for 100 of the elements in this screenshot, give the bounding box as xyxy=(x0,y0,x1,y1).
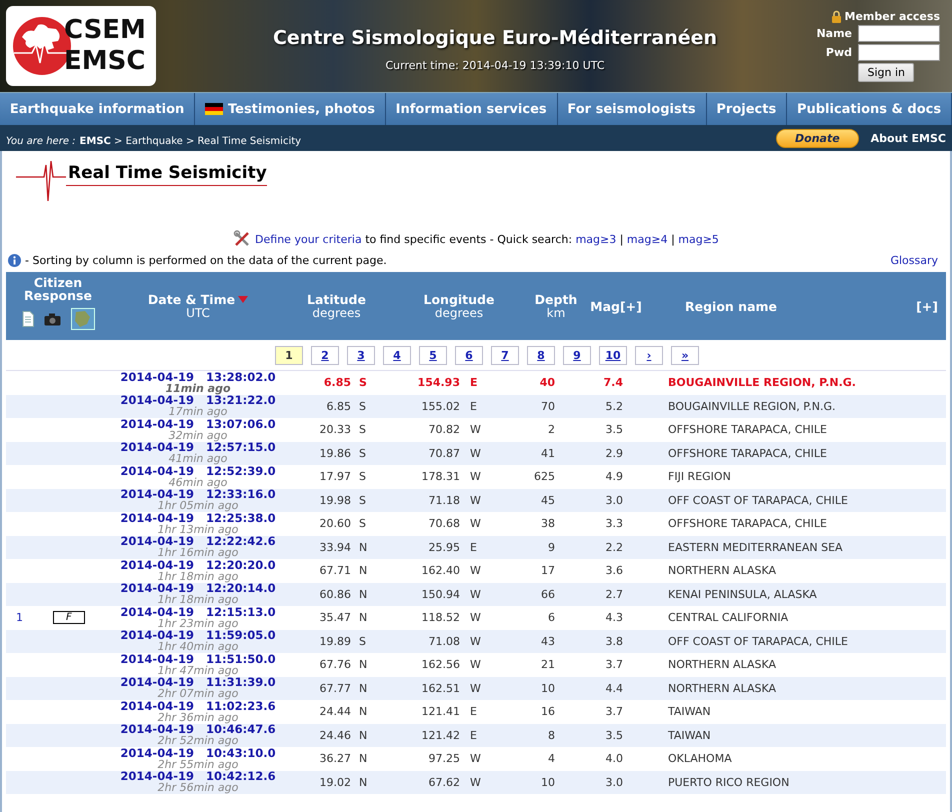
depth-cell-text: 10 xyxy=(540,682,555,695)
time-ago: 2hr 07min ago xyxy=(158,688,238,700)
page-link[interactable]: 7 xyxy=(491,346,519,364)
depth-cell-text: 2 xyxy=(547,423,555,436)
hemisphere-cell-text: N xyxy=(358,658,368,672)
time-ago: 11min ago xyxy=(165,382,231,394)
event-date-link[interactable]: 2014-04-19 12:15:13.0 xyxy=(120,606,276,618)
column-header[interactable]: Depth xyxy=(534,292,578,307)
about-link[interactable]: About EMSC xyxy=(870,132,946,144)
event-date-link[interactable]: 2014-04-19 11:31:39.0 xyxy=(120,677,276,688)
longitude-cell-text: 67.62 xyxy=(428,776,460,789)
time-ago: 17min ago xyxy=(168,406,228,418)
page-link[interactable]: › xyxy=(635,346,663,364)
latitude-cell-text: 67.77 xyxy=(318,682,351,695)
region-cell-text: KENAI PENINSULA, ALASKA xyxy=(667,588,818,601)
hemisphere-cell-text: W xyxy=(469,776,482,789)
event-date-link[interactable]: 2014-04-19 12:20:20.0 xyxy=(120,560,276,571)
event-date-link[interactable]: 2014-04-19 11:02:23.6 xyxy=(120,700,276,712)
magnitude-cell-text: 4.4 xyxy=(604,682,624,695)
event-date-link[interactable]: 2014-04-19 10:46:47.6 xyxy=(120,724,276,736)
hemisphere-cell-text: E xyxy=(469,728,478,742)
column-header[interactable]: Latitude xyxy=(307,292,366,307)
criteria-link[interactable]: Define your criteria xyxy=(255,232,362,246)
page-link[interactable]: 5 xyxy=(419,346,447,364)
depth-cell-text: 43 xyxy=(540,634,555,648)
donate-button[interactable]: Donate xyxy=(776,128,859,148)
hemisphere-cell-text: N xyxy=(358,776,368,789)
page-link[interactable]: 1 xyxy=(275,346,303,364)
event-date-link[interactable]: 2014-04-19 12:33:16.0 xyxy=(120,489,276,500)
page-link[interactable]: 10 xyxy=(599,346,627,364)
column-unit: degrees xyxy=(312,307,361,320)
column-header[interactable]: Citizen Response xyxy=(23,276,93,302)
magnitude-cell-text: 3.7 xyxy=(604,658,624,672)
latitude-cell-text: 67.71 xyxy=(318,564,351,578)
hemisphere-cell-text: S xyxy=(358,517,367,530)
magnitude-cell-text: 3.5 xyxy=(604,728,624,742)
magnitude-cell-text: 4.3 xyxy=(604,611,624,624)
depth-cell-text: 38 xyxy=(540,517,555,530)
event-date-link[interactable]: 2014-04-19 13:21:22.0 xyxy=(120,395,276,406)
magnitude-cell-text: 3.8 xyxy=(604,634,624,648)
page-link[interactable]: 3 xyxy=(347,346,375,364)
time-ago: 2hr 56min ago xyxy=(158,782,238,794)
page-link[interactable]: 2 xyxy=(311,346,339,364)
glossary-link[interactable]: Glossary xyxy=(890,254,938,266)
region-cell-text: OFF COAST OF TARAPACA, CHILE xyxy=(667,494,850,507)
quick-search-link[interactable]: mag≥5 xyxy=(678,232,719,246)
hemisphere-cell-text: W xyxy=(469,494,482,507)
event-date-link[interactable]: 2014-04-19 11:51:50.0 xyxy=(120,654,276,665)
column-unit: degrees xyxy=(434,307,484,320)
column-header[interactable]: Date & Time xyxy=(148,292,248,307)
column-unit: km xyxy=(546,307,566,320)
hemisphere-cell-text: W xyxy=(469,611,482,624)
quick-search-link[interactable]: mag≥3 xyxy=(576,232,616,246)
longitude-cell-text: 97.25 xyxy=(428,752,460,766)
longitude-cell-text: 155.02 xyxy=(420,400,460,413)
hemisphere-cell-text: W xyxy=(469,446,482,460)
hemisphere-cell-text: W xyxy=(469,588,482,601)
longitude-cell-text: 70.68 xyxy=(428,517,460,530)
quick-search-link[interactable]: mag≥4 xyxy=(626,232,668,246)
column-header[interactable]: Region name xyxy=(685,298,778,314)
event-date-link[interactable]: 2014-04-19 13:28:02.0 xyxy=(120,372,276,383)
sign-in-button[interactable]: Sign in xyxy=(858,63,914,82)
magnitude-cell-text: 7.4 xyxy=(602,376,624,390)
event-date-link[interactable]: 2014-04-19 12:25:38.0 xyxy=(120,512,276,524)
hemisphere-cell-text: S xyxy=(358,446,367,460)
column-header[interactable]: Longitude xyxy=(424,292,494,307)
page-link[interactable]: » xyxy=(671,346,699,364)
testimonies-link[interactable]: 1 xyxy=(16,611,23,624)
time-ago: 46min ago xyxy=(168,476,228,488)
expand-columns-link[interactable]: [+] xyxy=(916,298,938,314)
magnitude-cell-text: 5.2 xyxy=(604,400,624,413)
event-date-link[interactable]: 2014-04-19 12:22:42.6 xyxy=(120,536,276,548)
event-date-link[interactable]: 2014-04-19 11:59:05.0 xyxy=(120,630,276,642)
page-link[interactable]: 6 xyxy=(455,346,483,364)
longitude-cell-text: 25.95 xyxy=(428,540,460,554)
event-date-link[interactable]: 2014-04-19 12:52:39.0 xyxy=(120,466,276,477)
event-date-link[interactable]: 2014-04-19 12:20:14.0 xyxy=(120,583,276,594)
event-date-link[interactable]: 2014-04-19 10:43:10.0 xyxy=(120,748,276,759)
logo[interactable]: CSEM EMSC xyxy=(6,6,156,86)
depth-cell-text: 4 xyxy=(547,752,555,766)
hemisphere-cell-text: S xyxy=(358,423,367,436)
sorting-note: - Sorting by column is performed on the data of the current page. xyxy=(25,254,387,266)
column-header[interactable]: Mag[+] xyxy=(590,298,642,314)
felt-map-link[interactable]: F xyxy=(53,611,85,624)
page-link[interactable]: 8 xyxy=(527,346,555,364)
page-link[interactable]: 4 xyxy=(383,346,411,364)
hemisphere-cell-text: N xyxy=(358,588,368,601)
region-cell-text: OFFSHORE TARAPACA, CHILE xyxy=(667,446,828,460)
page-link[interactable]: 9 xyxy=(563,346,591,364)
site-title: Centre Sismologique Euro-Méditerranéen xyxy=(272,27,718,49)
longitude-cell-text: 71.08 xyxy=(428,634,460,648)
breadcrumb-path[interactable]: EMSC > Earthquake > Real Time Seismicity xyxy=(80,136,302,146)
event-date-link[interactable]: 2014-04-19 10:42:12.6 xyxy=(120,771,276,782)
magnitude-cell-text: 3.3 xyxy=(604,517,624,530)
event-date-link[interactable]: 2014-04-19 12:57:15.0 xyxy=(120,442,276,454)
latitude-cell-text: 20.60 xyxy=(318,517,351,530)
depth-cell-text: 10 xyxy=(540,776,555,789)
event-date-link[interactable]: 2014-04-19 13:07:06.0 xyxy=(120,418,276,430)
breadcrumb-label: You are here : xyxy=(6,136,76,146)
hemisphere-cell-text: E xyxy=(469,400,478,413)
